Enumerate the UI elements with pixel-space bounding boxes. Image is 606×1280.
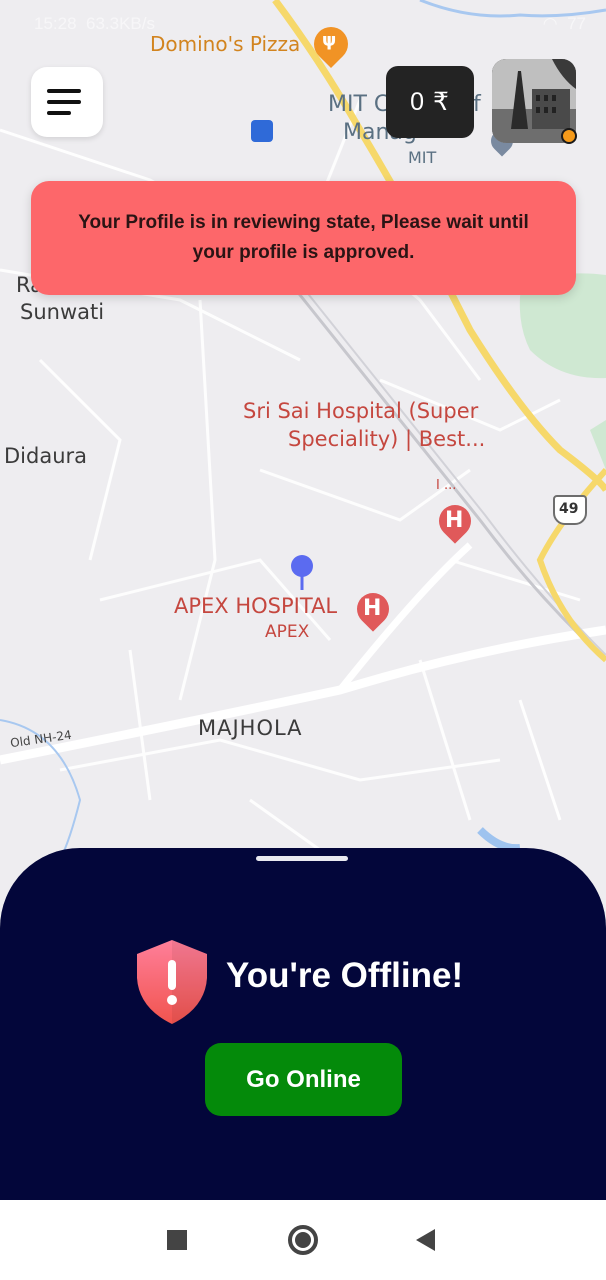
home-inner-icon — [295, 1232, 311, 1248]
metro-station-icon[interactable] — [251, 120, 273, 142]
status-speed: 63.3KB/s — [86, 14, 155, 33]
map-label-apex-hospital: APEX HOSPITAL — [174, 594, 338, 618]
sheet-drag-handle[interactable] — [256, 856, 348, 861]
shield-alert-icon — [137, 940, 207, 1024]
map-label-apex: APEX — [265, 622, 310, 642]
hospital-marker-letter: H — [363, 596, 382, 621]
map-label-mit-1b: f — [473, 92, 481, 117]
status-time: 15:28 — [34, 14, 77, 33]
recent-apps-button[interactable] — [167, 1230, 187, 1250]
offline-status-title: You're Offline! — [226, 956, 464, 995]
bottom-sheet — [0, 848, 606, 1200]
banner-message: Your Profile is in reviewing state, Plea… — [78, 212, 529, 263]
wifi-icon: ◠ — [542, 14, 558, 33]
hospital-marker-letter: H — [445, 508, 464, 533]
home-button[interactable] — [288, 1225, 318, 1255]
back-button[interactable] — [415, 1228, 437, 1252]
map-label-sri-sai-1: Sri Sai Hospital (Super — [243, 399, 479, 423]
profile-review-banner: Your Profile is in reviewing state, Plea… — [31, 181, 576, 295]
map-label-sri-sai-2: Speciality) | Best... — [288, 427, 486, 451]
map-label-mit-1: MIT C — [328, 92, 390, 117]
map-label-sunwati: Sunwati — [20, 300, 105, 324]
menu-button[interactable] — [31, 67, 103, 137]
battery-level: 77 — [567, 14, 586, 33]
wallet-balance-button[interactable]: 0 ₹ — [386, 66, 474, 138]
map-label-didaura: Didaura — [4, 444, 88, 468]
wallet-amount: 0 ₹ — [410, 88, 450, 116]
go-online-button[interactable]: Go Online — [205, 1043, 402, 1116]
highway-number: 49 — [559, 501, 579, 517]
map-label-mit-short: MIT — [408, 148, 437, 167]
status-bar: 15:28 63.3KB/s ◠ 77 — [34, 14, 586, 44]
system-nav-bar — [0, 1200, 606, 1280]
map-label-sri-sai-3: I ... — [436, 478, 457, 493]
hamburger-icon — [47, 89, 81, 115]
status-dot — [561, 128, 577, 144]
map-label-majhola: MAJHOLA — [198, 716, 303, 740]
